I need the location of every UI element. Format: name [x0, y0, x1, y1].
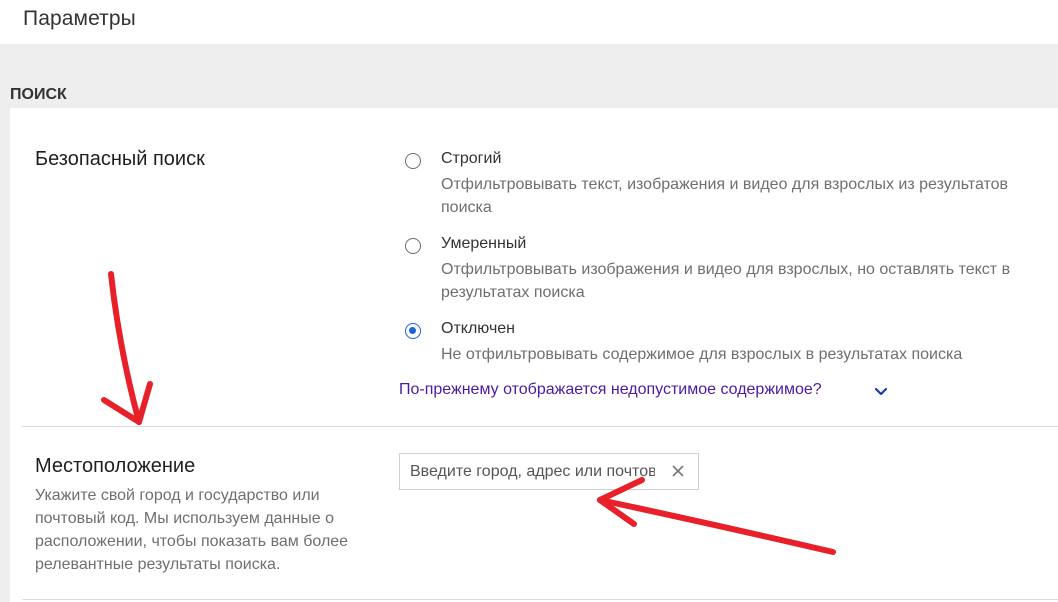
chevron-down-icon[interactable] — [873, 384, 889, 400]
clear-icon[interactable] — [670, 463, 686, 479]
radio-icon[interactable] — [405, 153, 421, 169]
option-description: Не отфильтровывать содержимое для взросл… — [441, 346, 963, 363]
radio-icon[interactable] — [405, 238, 421, 254]
location-input-box[interactable] — [399, 453, 699, 490]
location-description: Укажите свой город и государство или поч… — [35, 487, 349, 573]
bottom-divider — [22, 599, 1058, 600]
settings-page: Параметры ПОИСК Безопасный поиск Строгий… — [0, 0, 1058, 602]
option-title: Умеренный — [441, 235, 527, 252]
option-title: Отключен — [441, 320, 516, 337]
option-description: Отфильтровывать изображения и видео для … — [441, 261, 1011, 301]
section-title: ПОИСК — [10, 86, 67, 103]
option-description: Отфильтровывать текст, изображения и вид… — [441, 176, 1009, 216]
option-title: Строгий — [441, 150, 502, 167]
safe-search-label: Безопасный поиск — [35, 148, 205, 170]
location-label: Местоположение — [35, 455, 196, 477]
page-title: Параметры — [23, 7, 136, 30]
top-header: Параметры — [0, 0, 1058, 44]
location-input[interactable] — [410, 460, 655, 484]
inappropriate-content-link[interactable]: По-прежнему отображается недопустимое со… — [399, 381, 822, 399]
radio-selected-icon[interactable] — [405, 323, 421, 339]
section-divider — [22, 426, 1058, 427]
